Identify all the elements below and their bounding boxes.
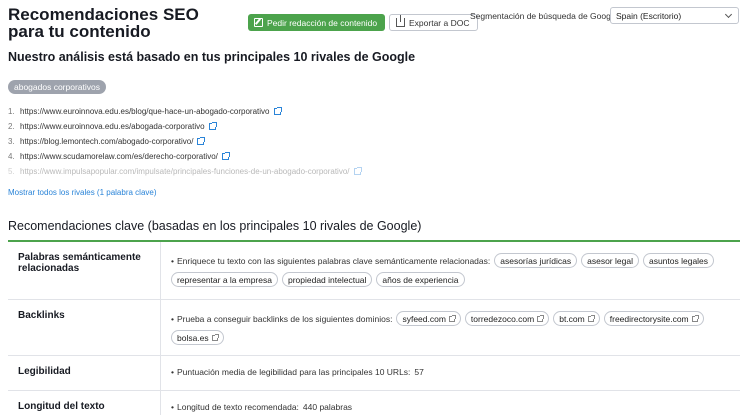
table-row: Backlinks Prueba a conseguir backlinks d…: [8, 300, 740, 356]
backlink-domain-label: bolsa.es: [177, 332, 209, 343]
rival-url[interactable]: https://www.euroinnova.edu.es/abogada-co…: [20, 122, 205, 131]
list-item-number: 5.: [8, 167, 15, 176]
row-content: Longitud de texto recomendada: 440 palab…: [161, 391, 740, 415]
rival-url[interactable]: https://blog.lemontech.com/abogado-corpo…: [20, 137, 193, 146]
readability-description: Puntuación media de legibilidad para las…: [171, 367, 410, 377]
backlink-domain-chip[interactable]: bt.com: [553, 311, 600, 326]
backlink-domain-chip[interactable]: torredezoco.com: [464, 311, 550, 326]
list-item: 3. https://blog.lemontech.com/abogado-co…: [8, 134, 361, 149]
row-content: Puntuación media de legibilidad para las…: [161, 356, 740, 390]
row-content: Enriquece tu texto con las siguientes pa…: [161, 242, 740, 299]
list-item: 5. https://www.impulsapopular.com/impuls…: [8, 164, 362, 179]
list-item-number: 3.: [8, 137, 15, 146]
analysis-subtitle: Nuestro análisis está basado en tus prin…: [8, 50, 416, 64]
backlink-domain-chip[interactable]: syfeed.com: [396, 311, 461, 326]
external-link-icon: [587, 314, 595, 322]
export-doc-label: Exportar a DOC: [409, 17, 470, 28]
external-link-icon[interactable]: [208, 122, 217, 130]
external-link-icon: [691, 314, 699, 322]
readability-score: 57: [414, 367, 424, 377]
row-label: Palabras semánticamente relacionadas: [8, 242, 161, 299]
semantic-keyword-chip: asesorías jurídicas: [494, 253, 578, 268]
external-link-icon[interactable]: [273, 107, 282, 115]
rival-url[interactable]: https://www.impulsapopular.com/impulsate…: [20, 167, 350, 176]
recommendations-table: Palabras semánticamente relacionadas Enr…: [8, 240, 740, 415]
backlink-domain-chip[interactable]: bolsa.es: [171, 330, 224, 345]
external-link-icon: [211, 333, 219, 341]
list-item-number: 4.: [8, 152, 15, 161]
external-link-icon[interactable]: [197, 137, 206, 145]
external-link-icon: [448, 314, 456, 322]
order-content-label: Pedir redacción de contenido: [267, 17, 378, 28]
row-label: Longitud del texto: [8, 391, 161, 415]
semantic-keyword-chip: años de experiencia: [376, 272, 465, 287]
external-link-icon[interactable]: [353, 167, 362, 175]
page-title: Recomendaciones SEO para tu contenido: [8, 5, 199, 41]
semantic-keyword-chip: asesor legal: [581, 253, 639, 268]
text-length-value: 440 palabras: [302, 402, 353, 412]
table-row: Palabras semánticamente relacionadas Enr…: [8, 242, 740, 300]
backlink-domain-chip[interactable]: freedirectorysite.com: [603, 311, 704, 326]
show-all-rivals-link[interactable]: Mostrar todos los rivales (1 palabra cla…: [8, 188, 157, 197]
chevron-down-icon: [724, 10, 733, 19]
list-item: 4. https://www.scudamorelaw.com/es/derec…: [8, 149, 361, 164]
semantic-keyword-chip: representar a la empresa: [171, 272, 278, 287]
recommendations-title: Recomendaciones clave (basadas en los pr…: [8, 219, 422, 233]
rival-url[interactable]: https://www.euroinnova.edu.es/blog/que-h…: [20, 107, 270, 116]
row-content: Prueba a conseguir backlinks de los sigu…: [161, 300, 740, 355]
table-row: Legibilidad Puntuación media de legibili…: [8, 356, 740, 391]
segmentation-value: Spain (Escritorio): [616, 11, 682, 21]
keyword-badge: abogados corporativos: [8, 80, 107, 94]
row-label: Legibilidad: [8, 356, 161, 390]
list-item-number: 2.: [8, 122, 15, 131]
row-label: Backlinks: [8, 300, 161, 355]
segmentation-select[interactable]: Spain (Escritorio): [610, 7, 739, 24]
semantic-keyword-chip: propiedad intelectual: [281, 272, 373, 287]
backlinks-description: Prueba a conseguir backlinks de los sigu…: [171, 314, 392, 324]
edit-icon: [254, 18, 263, 27]
semantic-keyword-chip: asuntos legales: [642, 253, 715, 268]
rival-url-list: 1. https://www.euroinnova.edu.es/blog/qu…: [8, 104, 362, 179]
export-icon: [396, 15, 405, 27]
list-item: 1. https://www.euroinnova.edu.es/blog/qu…: [8, 104, 361, 119]
backlink-domain-label: syfeed.com: [402, 313, 446, 324]
table-row: Longitud del texto Longitud de texto rec…: [8, 391, 740, 415]
export-doc-button[interactable]: Exportar a DOC: [389, 14, 479, 31]
semantic-description: Enriquece tu texto con las siguientes pa…: [171, 256, 490, 266]
list-item: 2. https://www.euroinnova.edu.es/abogada…: [8, 119, 361, 134]
external-link-icon[interactable]: [221, 152, 230, 160]
backlink-domain-label: bt.com: [559, 313, 585, 324]
backlink-domain-label: torredezoco.com: [470, 313, 535, 324]
list-item-number: 1.: [8, 107, 15, 116]
rival-url[interactable]: https://www.scudamorelaw.com/es/derecho-…: [20, 152, 218, 161]
segmentation-label: Segmentación de búsqueda de Google:: [470, 11, 620, 21]
external-link-icon: [537, 314, 545, 322]
order-content-button[interactable]: Pedir redacción de contenido: [248, 14, 386, 31]
text-length-description: Longitud de texto recomendada:: [171, 402, 299, 412]
backlink-domain-label: freedirectorysite.com: [609, 313, 689, 324]
